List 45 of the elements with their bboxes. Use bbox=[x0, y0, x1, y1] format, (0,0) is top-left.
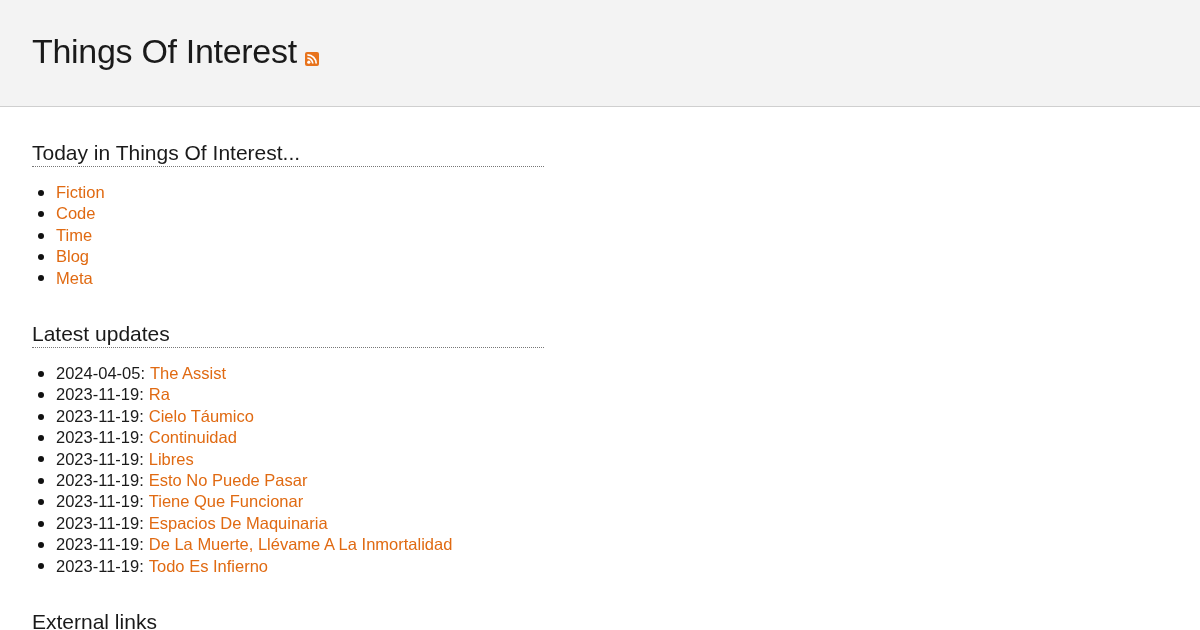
post-link[interactable]: Meta bbox=[56, 267, 93, 290]
post-link[interactable]: Espacios De Maquinaria bbox=[148, 512, 328, 535]
bullet-icon bbox=[38, 499, 44, 506]
update-date: 2023-11-19: bbox=[56, 448, 144, 470]
section-heading: Latest updates bbox=[32, 322, 544, 349]
post-link[interactable]: De La Muerte, Llévame A La Inmortalidad bbox=[148, 534, 453, 556]
bullet-icon bbox=[38, 456, 44, 463]
bullet-icon bbox=[38, 189, 44, 196]
update-date: 2023-11-19: bbox=[56, 384, 144, 406]
bullet-icon bbox=[38, 520, 44, 527]
post-link[interactable]: Time bbox=[56, 224, 93, 247]
update-date: 2023-11-19: bbox=[56, 405, 144, 427]
update-date: 2023-11-19: bbox=[56, 470, 144, 492]
site-title: Things Of Interest bbox=[32, 31, 297, 72]
bullet-icon bbox=[38, 434, 44, 441]
post-link[interactable]: Continuidad bbox=[148, 427, 237, 449]
update-date: 2023-11-19: bbox=[56, 512, 144, 534]
update-date: 2024-04-05: bbox=[56, 363, 145, 385]
post-link[interactable]: Fiction bbox=[56, 182, 105, 204]
update-date: 2023-11-19: bbox=[56, 491, 144, 513]
bullet-icon bbox=[38, 211, 44, 218]
post-link[interactable]: Cielo Táumico bbox=[148, 405, 254, 428]
update-date: 2023-11-19: bbox=[56, 534, 144, 556]
post-link[interactable]: The Assist bbox=[150, 363, 227, 385]
update-date: 2023-11-19: bbox=[56, 427, 144, 449]
bullet-icon bbox=[38, 392, 44, 399]
bullet-icon bbox=[38, 563, 44, 570]
post-link[interactable]: Blog bbox=[56, 246, 90, 268]
bullet-icon bbox=[38, 253, 44, 260]
rss-feed-icon[interactable] bbox=[304, 52, 319, 66]
post-link[interactable]: Libres bbox=[148, 448, 194, 471]
bullet-icon bbox=[38, 542, 44, 548]
bullet-icon bbox=[38, 477, 44, 484]
post-link[interactable]: Code bbox=[56, 203, 96, 225]
bullet-icon bbox=[38, 370, 44, 377]
section-heading: Today in Things Of Interest... bbox=[32, 141, 544, 167]
bullet-icon bbox=[38, 232, 44, 239]
post-link[interactable]: Ra bbox=[148, 384, 170, 406]
section-heading: External links bbox=[32, 610, 544, 630]
bullet-icon bbox=[38, 413, 44, 420]
post-link[interactable]: Tiene Que Funcionar bbox=[148, 491, 304, 513]
update-date: 2023-11-19: bbox=[56, 555, 144, 577]
post-link[interactable]: Todo Es Infierno bbox=[148, 555, 268, 578]
post-link[interactable]: Esto No Puede Pasar bbox=[148, 470, 308, 492]
bullet-icon bbox=[38, 275, 44, 282]
